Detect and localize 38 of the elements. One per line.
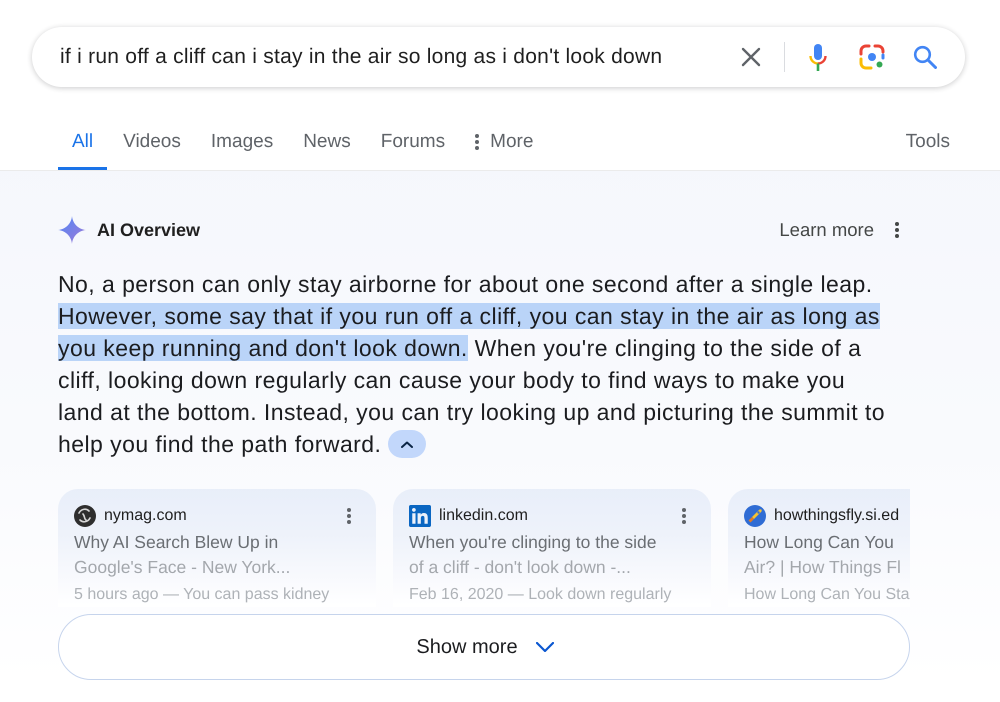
search-field[interactable]: if i run off a cliff can i stay in the air so long as i don't look down bbox=[60, 42, 723, 72]
close-icon bbox=[741, 47, 761, 67]
source-title: How Long Can You bbox=[744, 531, 894, 554]
round-logo-icon bbox=[74, 505, 96, 527]
chevron-down-icon bbox=[536, 642, 554, 652]
tab[interactable]: More bbox=[461, 114, 548, 170]
source-title: of a cliff - don't look down -... bbox=[409, 556, 631, 579]
tab[interactable]: News bbox=[289, 114, 365, 170]
chevron-up-icon bbox=[401, 440, 414, 448]
overview-text: No, a person can only stay airborne for about one second after a single leap. However, some say that if you run off a cliff, you can stay in the air as long as you keep running and don't look down. When you're clinging to the side of a cliff, looking down regularly can cause your body to find ways to make you land at the bottom. Instead, you can try looking up and picturing the summit to help you find the path forward. bbox=[58, 270, 886, 459]
site-name: howthingsfly.si.ed bbox=[774, 507, 900, 525]
learn-more-link[interactable]: Learn more bbox=[779, 219, 874, 241]
show-more-button[interactable]: Show more bbox=[58, 614, 910, 680]
tab[interactable]: Forums bbox=[366, 114, 460, 170]
tab[interactable]: Images bbox=[196, 114, 288, 170]
source-snippet: 5 hours ago — You can pass kidney bbox=[74, 585, 330, 605]
collapse-button[interactable] bbox=[388, 430, 426, 458]
overview-title: AI Overview bbox=[97, 220, 200, 240]
source-title: When you're clinging to the side bbox=[409, 531, 657, 554]
more-options-icon[interactable] bbox=[682, 508, 686, 524]
sparkle-icon bbox=[58, 216, 86, 244]
tools-button[interactable]: Tools bbox=[892, 114, 964, 170]
pencil-icon bbox=[744, 505, 766, 527]
camera-lens-icon bbox=[859, 44, 885, 70]
more-vertical-icon bbox=[475, 134, 480, 150]
source-title: Google's Face - New York... bbox=[74, 556, 290, 579]
search-icon bbox=[913, 45, 937, 69]
tab[interactable]: Videos bbox=[109, 114, 195, 170]
source-title: Air? | How Things Fl bbox=[744, 556, 901, 579]
source-title: Why AI Search Blew Up in bbox=[74, 531, 278, 554]
more-options-icon[interactable] bbox=[347, 508, 351, 524]
microphone-icon bbox=[809, 44, 827, 70]
source-snippet: How Long Can You Sta bbox=[744, 585, 910, 605]
linkedin-logo-icon bbox=[409, 505, 431, 527]
source-snippet: Feb 16, 2020 — Look down regularly bbox=[409, 585, 672, 605]
site-name: linkedin.com bbox=[439, 507, 528, 525]
site-name: nymag.com bbox=[104, 507, 187, 525]
more-options-icon[interactable] bbox=[895, 222, 899, 238]
